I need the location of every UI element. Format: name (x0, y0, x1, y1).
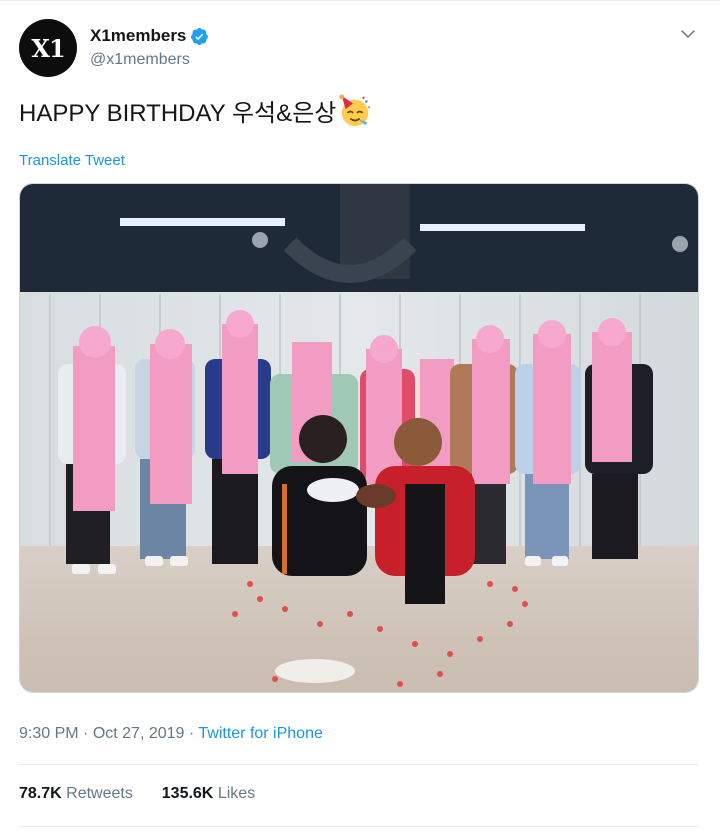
stats-divider-top (19, 764, 699, 765)
tweet-photo[interactable] (19, 183, 699, 693)
verified-badge-icon (191, 27, 209, 45)
meta-separator-2: · (184, 725, 199, 742)
likes-count: 135.6K (161, 785, 214, 802)
tweet-header: X1 X1members @x1members (19, 19, 699, 79)
likes-label: Likes (217, 785, 256, 802)
retweets-label: Retweets (66, 785, 133, 802)
stats-divider-bottom (19, 826, 699, 827)
tweet-time[interactable]: 9:30 PM (19, 725, 79, 742)
tweet-stats: 78.7K Retweets 135.6K Likes (19, 785, 255, 803)
likes-stat[interactable]: 135.6K Likes (162, 785, 255, 802)
author-names: X1members @x1members (90, 25, 209, 69)
tweet-date[interactable]: Oct 27, 2019 (93, 725, 185, 742)
chevron-down-icon[interactable] (679, 25, 697, 43)
meta-separator: · (78, 725, 93, 742)
retweets-stat[interactable]: 78.7K Retweets (19, 785, 133, 802)
top-divider (0, 0, 720, 4)
tweet-timestamp-row: 9:30 PM · Oct 27, 2019 · Twitter for iPh… (19, 725, 323, 743)
user-handle[interactable]: @x1members (90, 51, 209, 69)
avatar[interactable]: X1 (19, 19, 77, 77)
tweet-photo-image (20, 184, 698, 692)
tweet-text: HAPPY BIRTHDAY 우석&은상 (19, 93, 372, 128)
retweets-count: 78.7K (19, 785, 62, 802)
display-name-row[interactable]: X1members (90, 25, 209, 47)
partying-face-icon (339, 93, 371, 126)
display-name[interactable]: X1members (90, 26, 186, 46)
avatar-logo-text: X1 (31, 33, 65, 63)
translate-tweet-link[interactable]: Translate Tweet (19, 152, 125, 169)
tweet-text-content: HAPPY BIRTHDAY 우석&은상 (19, 100, 337, 127)
tweet-source-link[interactable]: Twitter for iPhone (198, 725, 323, 742)
